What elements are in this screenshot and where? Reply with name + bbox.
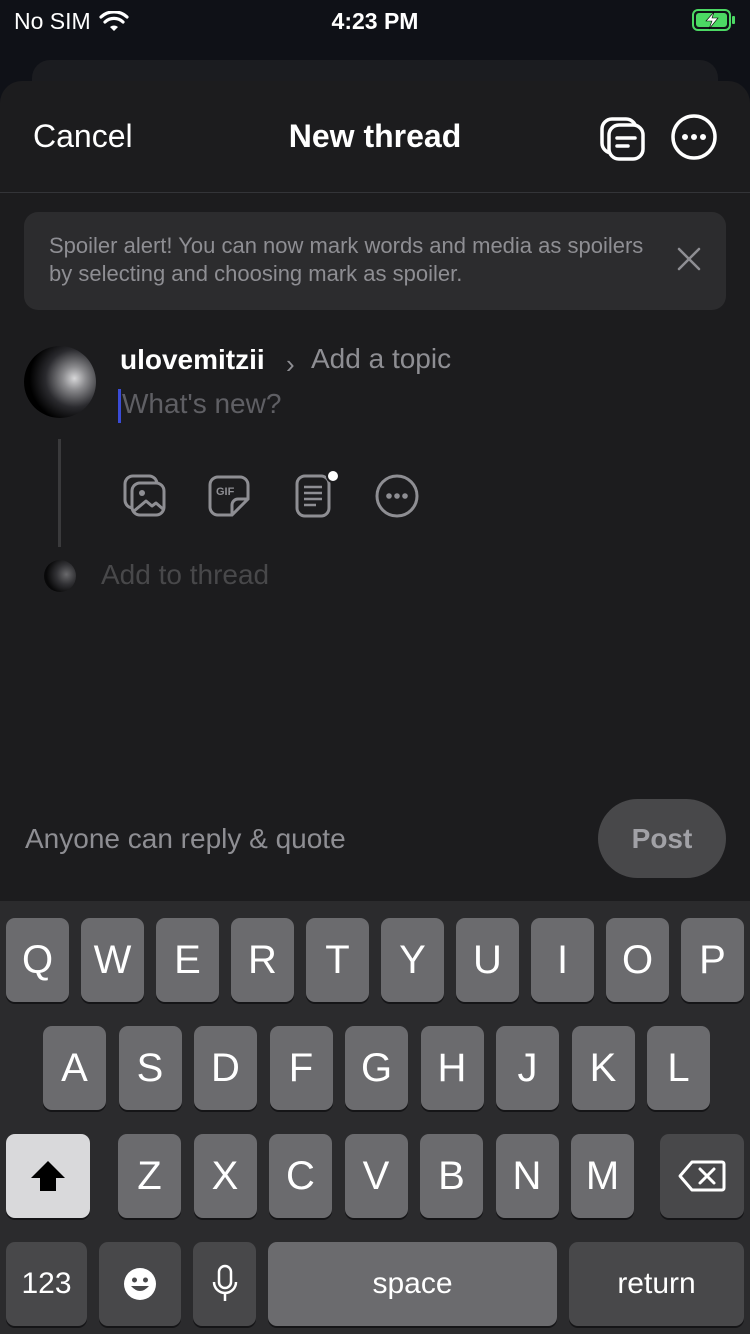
clock: 4:23 PM — [331, 8, 419, 34]
numbers-key[interactable]: 123 — [6, 1242, 87, 1326]
emoji-key[interactable] — [99, 1242, 181, 1326]
key[interactable]: N — [495, 1134, 559, 1218]
add-topic-button[interactable]: Add a topic — [311, 343, 451, 375]
close-icon[interactable] — [676, 246, 702, 272]
add-to-thread-button[interactable]: Add to thread — [101, 559, 269, 591]
dictation-key[interactable] — [193, 1242, 256, 1326]
delete-key[interactable] — [660, 1134, 744, 1218]
nav-bar: Cancel New thread — [0, 81, 750, 193]
chevron-right-icon: › — [286, 349, 295, 379]
small-avatar — [44, 560, 76, 592]
key[interactable]: D — [194, 1026, 257, 1110]
key[interactable]: C — [269, 1134, 332, 1218]
key[interactable]: T — [306, 918, 369, 1002]
gallery-icon[interactable] — [122, 473, 168, 519]
key[interactable]: H — [420, 1026, 484, 1110]
banner-text: Spoiler alert! You can now mark words an… — [49, 233, 644, 286]
shift-arrow-icon — [31, 1161, 65, 1191]
emoji-icon — [124, 1268, 156, 1300]
attachment-toolbar: GIF — [122, 469, 420, 519]
return-key[interactable]: return — [569, 1242, 744, 1326]
key[interactable]: M — [571, 1134, 634, 1218]
new-badge-dot — [326, 469, 340, 483]
key[interactable]: J — [496, 1026, 559, 1110]
key[interactable]: U — [456, 918, 519, 1002]
key[interactable]: B — [420, 1134, 483, 1218]
compose-sheet: Cancel New thread Spoiler alert! You can… — [0, 81, 750, 901]
backspace-icon — [678, 1160, 726, 1192]
key[interactable]: O — [606, 918, 669, 1002]
key[interactable]: Y — [381, 918, 444, 1002]
key[interactable]: K — [571, 1026, 635, 1110]
key[interactable]: R — [231, 918, 294, 1002]
key[interactable]: G — [345, 1026, 408, 1110]
avatar — [24, 346, 96, 418]
key[interactable]: E — [156, 918, 219, 1002]
key[interactable]: I — [531, 918, 594, 1002]
thread-text-input[interactable]: What's new? — [122, 388, 281, 420]
username: ulovemitzii — [120, 344, 265, 375]
reply-setting[interactable]: Anyone can reply & quote — [25, 823, 346, 855]
more-tools-icon[interactable] — [374, 473, 420, 519]
key[interactable]: Q — [6, 918, 69, 1002]
key[interactable]: Z — [118, 1134, 181, 1218]
key[interactable]: P — [681, 918, 744, 1002]
svg-text:GIF: GIF — [216, 486, 235, 498]
key[interactable]: L — [647, 1026, 710, 1110]
status-bar: No SIM 4:23 PM — [0, 0, 750, 44]
key[interactable]: W — [81, 918, 144, 1002]
thread-line — [58, 439, 61, 547]
microphone-icon — [212, 1264, 237, 1301]
more-options-icon[interactable] — [670, 113, 718, 161]
key[interactable]: V — [344, 1134, 408, 1218]
key[interactable]: S — [118, 1026, 182, 1110]
space-key[interactable]: space — [268, 1242, 557, 1326]
drafts-icon[interactable] — [598, 113, 648, 163]
post-button[interactable]: Post — [598, 799, 726, 878]
gif-icon[interactable]: GIF — [206, 473, 252, 519]
keyboard: QWERTYUIOP ASDFGHJKL ZXCVBNM 123 space r… — [0, 901, 750, 1334]
text-attachment-button[interactable] — [290, 469, 340, 519]
text-cursor — [118, 389, 121, 423]
key[interactable]: F — [269, 1026, 333, 1110]
spoiler-banner: Spoiler alert! You can now mark words an… — [24, 212, 726, 310]
battery-icon — [692, 8, 736, 38]
shift-key[interactable] — [6, 1134, 90, 1218]
key[interactable]: X — [193, 1134, 257, 1218]
key[interactable]: A — [43, 1026, 106, 1110]
